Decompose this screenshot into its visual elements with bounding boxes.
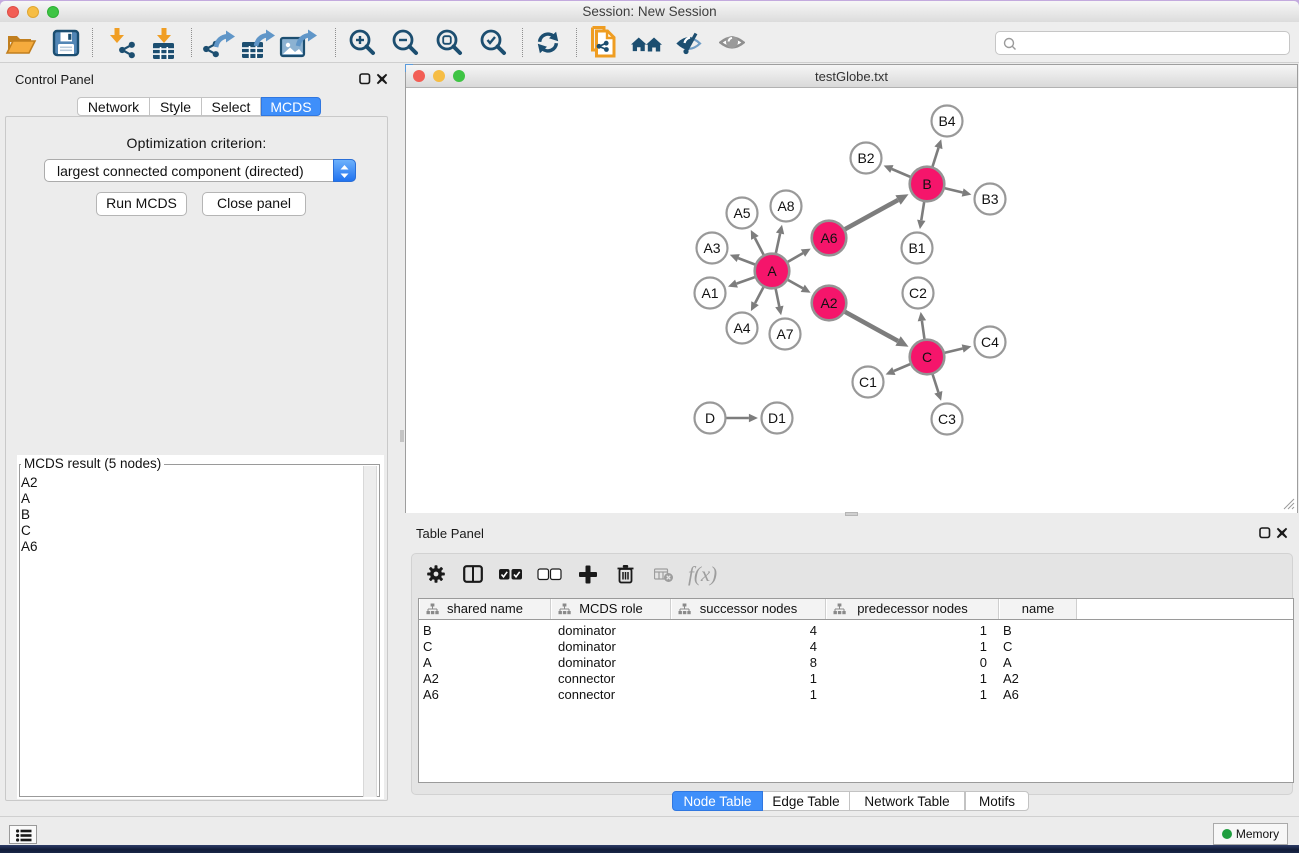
svg-text:A2: A2 (820, 295, 837, 311)
svg-text:A5: A5 (733, 205, 750, 221)
svg-text:C2: C2 (909, 285, 927, 301)
svg-text:B1: B1 (908, 240, 925, 256)
svg-text:A7: A7 (776, 326, 793, 342)
svg-text:C: C (922, 349, 932, 365)
svg-text:C1: C1 (859, 374, 877, 390)
svg-text:D: D (705, 410, 715, 426)
svg-text:C3: C3 (938, 411, 956, 427)
svg-text:A8: A8 (777, 198, 794, 214)
svg-text:A: A (767, 263, 777, 279)
svg-text:B: B (922, 176, 931, 192)
svg-text:B4: B4 (938, 113, 955, 129)
svg-text:D1: D1 (768, 410, 786, 426)
svg-text:A3: A3 (703, 240, 720, 256)
svg-text:A6: A6 (820, 230, 837, 246)
svg-text:B3: B3 (981, 191, 998, 207)
svg-text:C4: C4 (981, 334, 999, 350)
svg-text:A4: A4 (733, 320, 750, 336)
svg-text:B2: B2 (857, 150, 874, 166)
svg-text:A1: A1 (701, 285, 718, 301)
